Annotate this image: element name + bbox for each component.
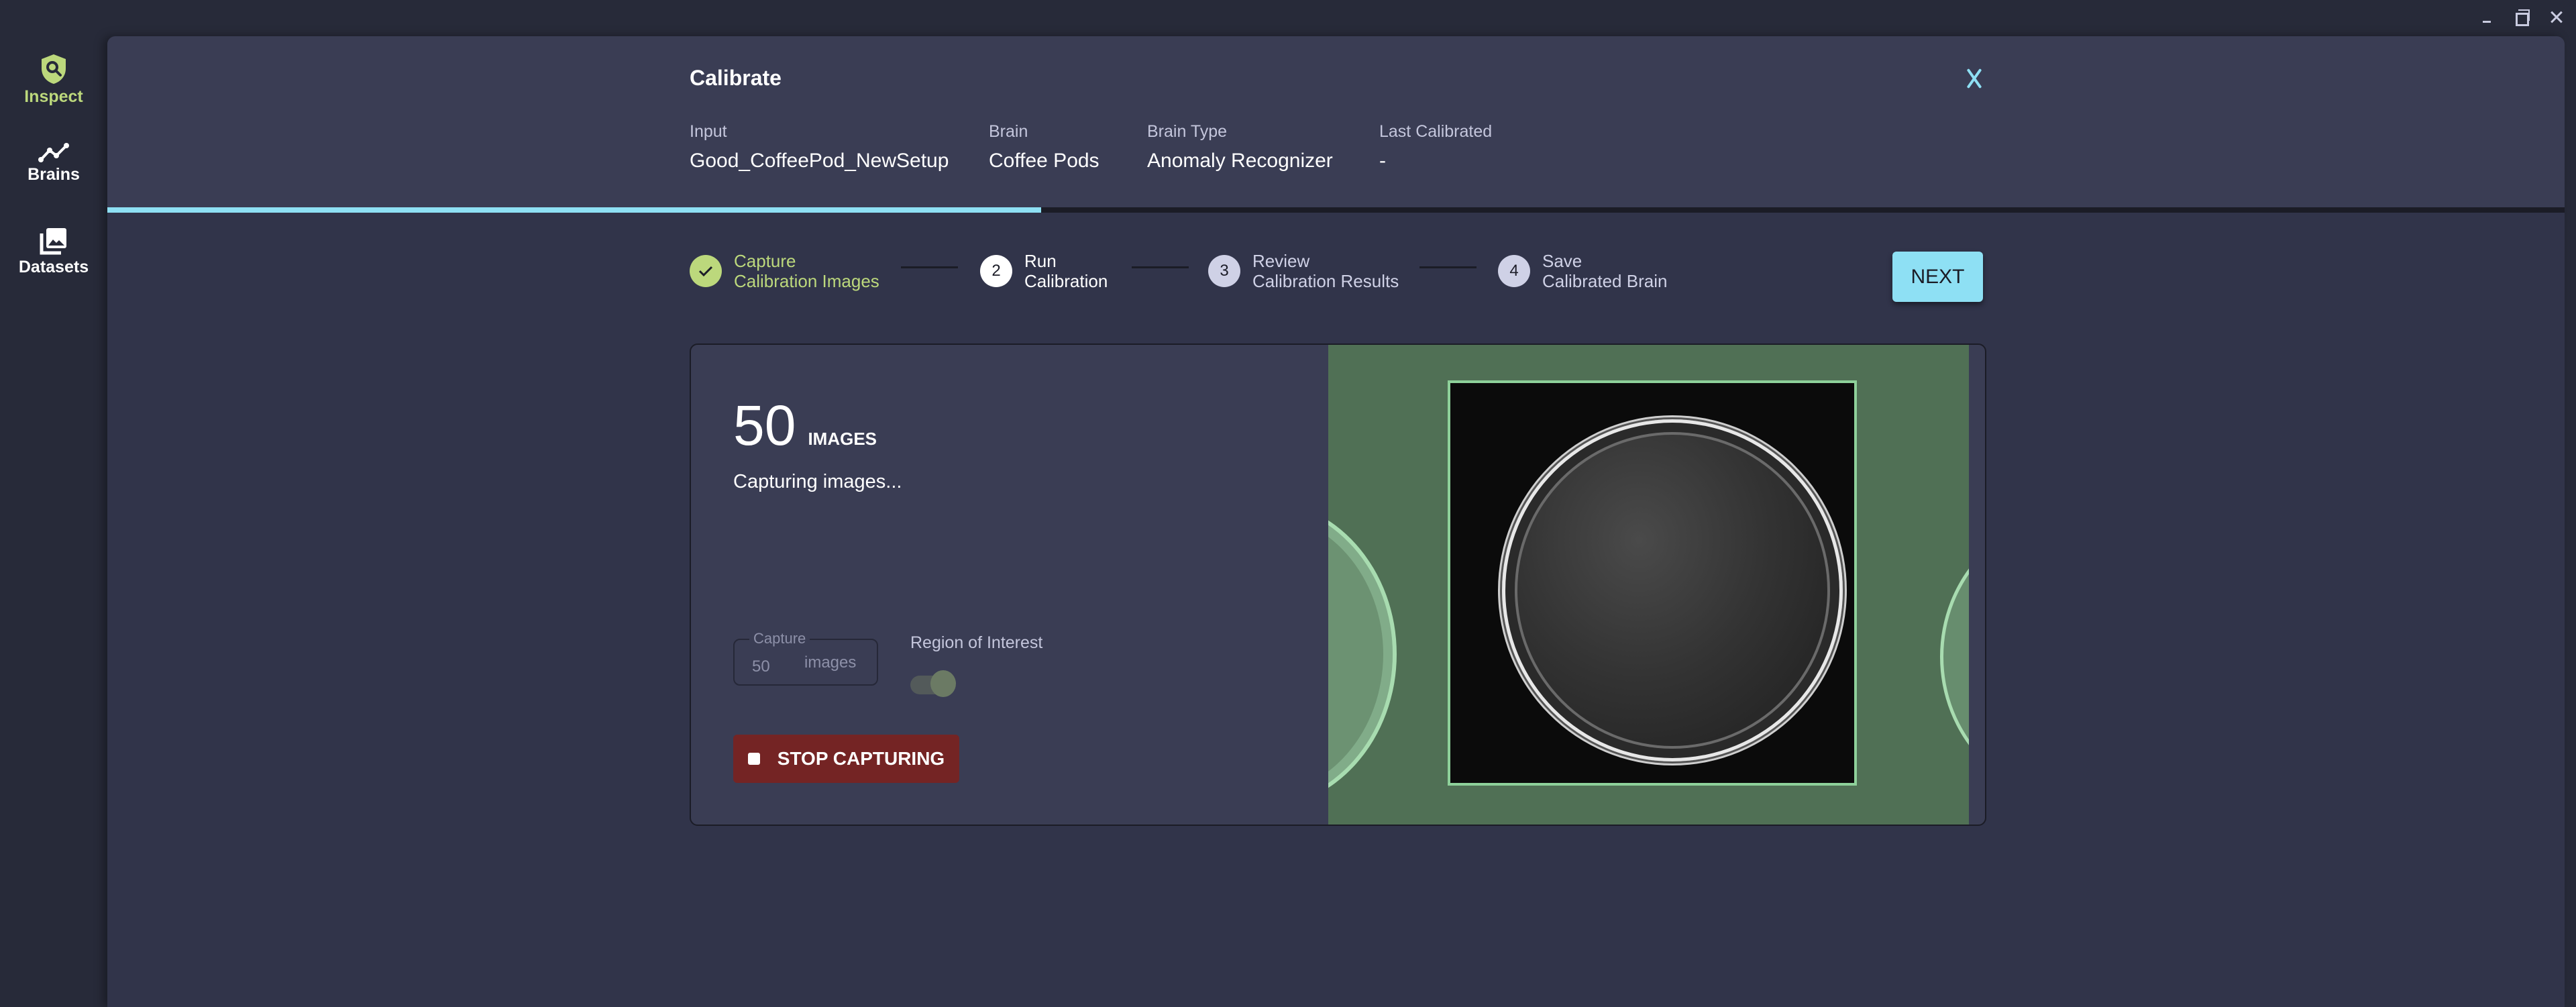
step-capture: Capture Calibration Images [690,251,879,291]
meta-label: Brain [989,122,1028,141]
meta-last-calibrated: Last Calibrated - [1379,122,1492,172]
toggle-knob [930,670,956,697]
image-count-unit: IMAGES [808,429,877,449]
sidebar-item-inspect[interactable]: Inspect [0,54,107,107]
check-icon [690,255,722,287]
meta-value: Anomaly Recognizer [1147,150,1333,172]
progress-fill [107,207,1041,213]
capture-count-field: Capture images [733,630,878,686]
image-count-value: 50 [733,394,796,457]
step-subtitle: Calibration Results [1252,271,1399,291]
neighbor-pod-left [1328,499,1397,809]
neighbor-pod-right [1940,513,1969,801]
meta-brain-type: Brain Type Anomaly Recognizer [1147,122,1333,172]
sidebar-item-datasets[interactable]: Datasets [0,227,107,277]
calibrate-dialog: Calibrate Input Good_CoffeePod_NewSetup … [107,36,2565,1007]
images-stack-icon [40,228,66,255]
step-title: Run [1024,251,1057,271]
stop-icon [747,753,760,765]
meta-brain: Brain Coffee Pods [989,122,1099,172]
sidebar-item-brains[interactable]: Brains [0,142,107,184]
close-icon[interactable] [1963,67,1986,90]
step-subtitle: Calibration Images [734,271,879,291]
line-chart-icon [38,143,69,162]
meta-value: Coffee Pods [989,150,1099,172]
next-button[interactable]: NEXT [1892,252,1983,302]
step-subtitle: Calibration [1024,271,1108,291]
meta-label: Input [690,122,727,141]
roi-toggle[interactable] [910,670,957,697]
capture-count-input[interactable] [752,657,792,676]
meta-input: Input Good_CoffeePod_NewSetup [690,122,949,172]
step-connector [901,266,958,268]
region-of-interest-box[interactable] [1448,380,1857,786]
window-close-icon[interactable] [2546,7,2567,27]
capture-status: Capturing images... [733,471,902,492]
step-title: Capture [734,251,796,271]
camera-preview [1328,345,1969,825]
dialog-header: Calibrate Input Good_CoffeePod_NewSetup … [107,36,2565,207]
capture-card: 50 IMAGES Capturing images... Capture im… [690,343,1986,826]
dialog-title: Calibrate [690,66,782,90]
meta-label: Last Calibrated [1379,122,1493,141]
minimize-icon[interactable] [2477,7,2497,27]
step-number: 3 [1208,255,1240,287]
step-review: 3 Review Calibration Results [1208,251,1399,291]
sidebar: Inspect Brains Datasets [0,0,107,1007]
window-controls [2477,7,2567,27]
stop-capturing-button[interactable]: STOP CAPTURING [733,735,959,783]
sidebar-item-label: Datasets [18,258,89,276]
capture-field-label: Capture [749,630,810,647]
progress-bar [107,207,2565,213]
roi-label: Region of Interest [910,633,1043,652]
capture-field-suffix: images [804,653,857,672]
shield-search-icon [42,54,66,84]
meta-label: Brain Type [1147,122,1228,141]
restore-icon[interactable] [2512,7,2532,27]
sidebar-item-label: Inspect [24,87,83,106]
step-subtitle: Calibrated Brain [1542,271,1668,291]
step-title: Review [1252,251,1310,271]
coffee-pod-image [1502,419,1843,761]
step-number: 4 [1498,255,1530,287]
sidebar-item-label: Brains [28,165,80,184]
step-run: 2 Run Calibration [980,251,1108,291]
stop-capturing-label: STOP CAPTURING [777,748,945,769]
step-title: Save [1542,251,1582,271]
meta-value: - [1379,150,1386,172]
step-save: 4 Save Calibrated Brain [1498,251,1667,291]
image-count: 50 IMAGES [733,393,877,458]
step-connector [1132,266,1189,268]
step-connector [1419,266,1477,268]
meta-value: Good_CoffeePod_NewSetup [690,150,949,172]
step-number: 2 [980,255,1012,287]
